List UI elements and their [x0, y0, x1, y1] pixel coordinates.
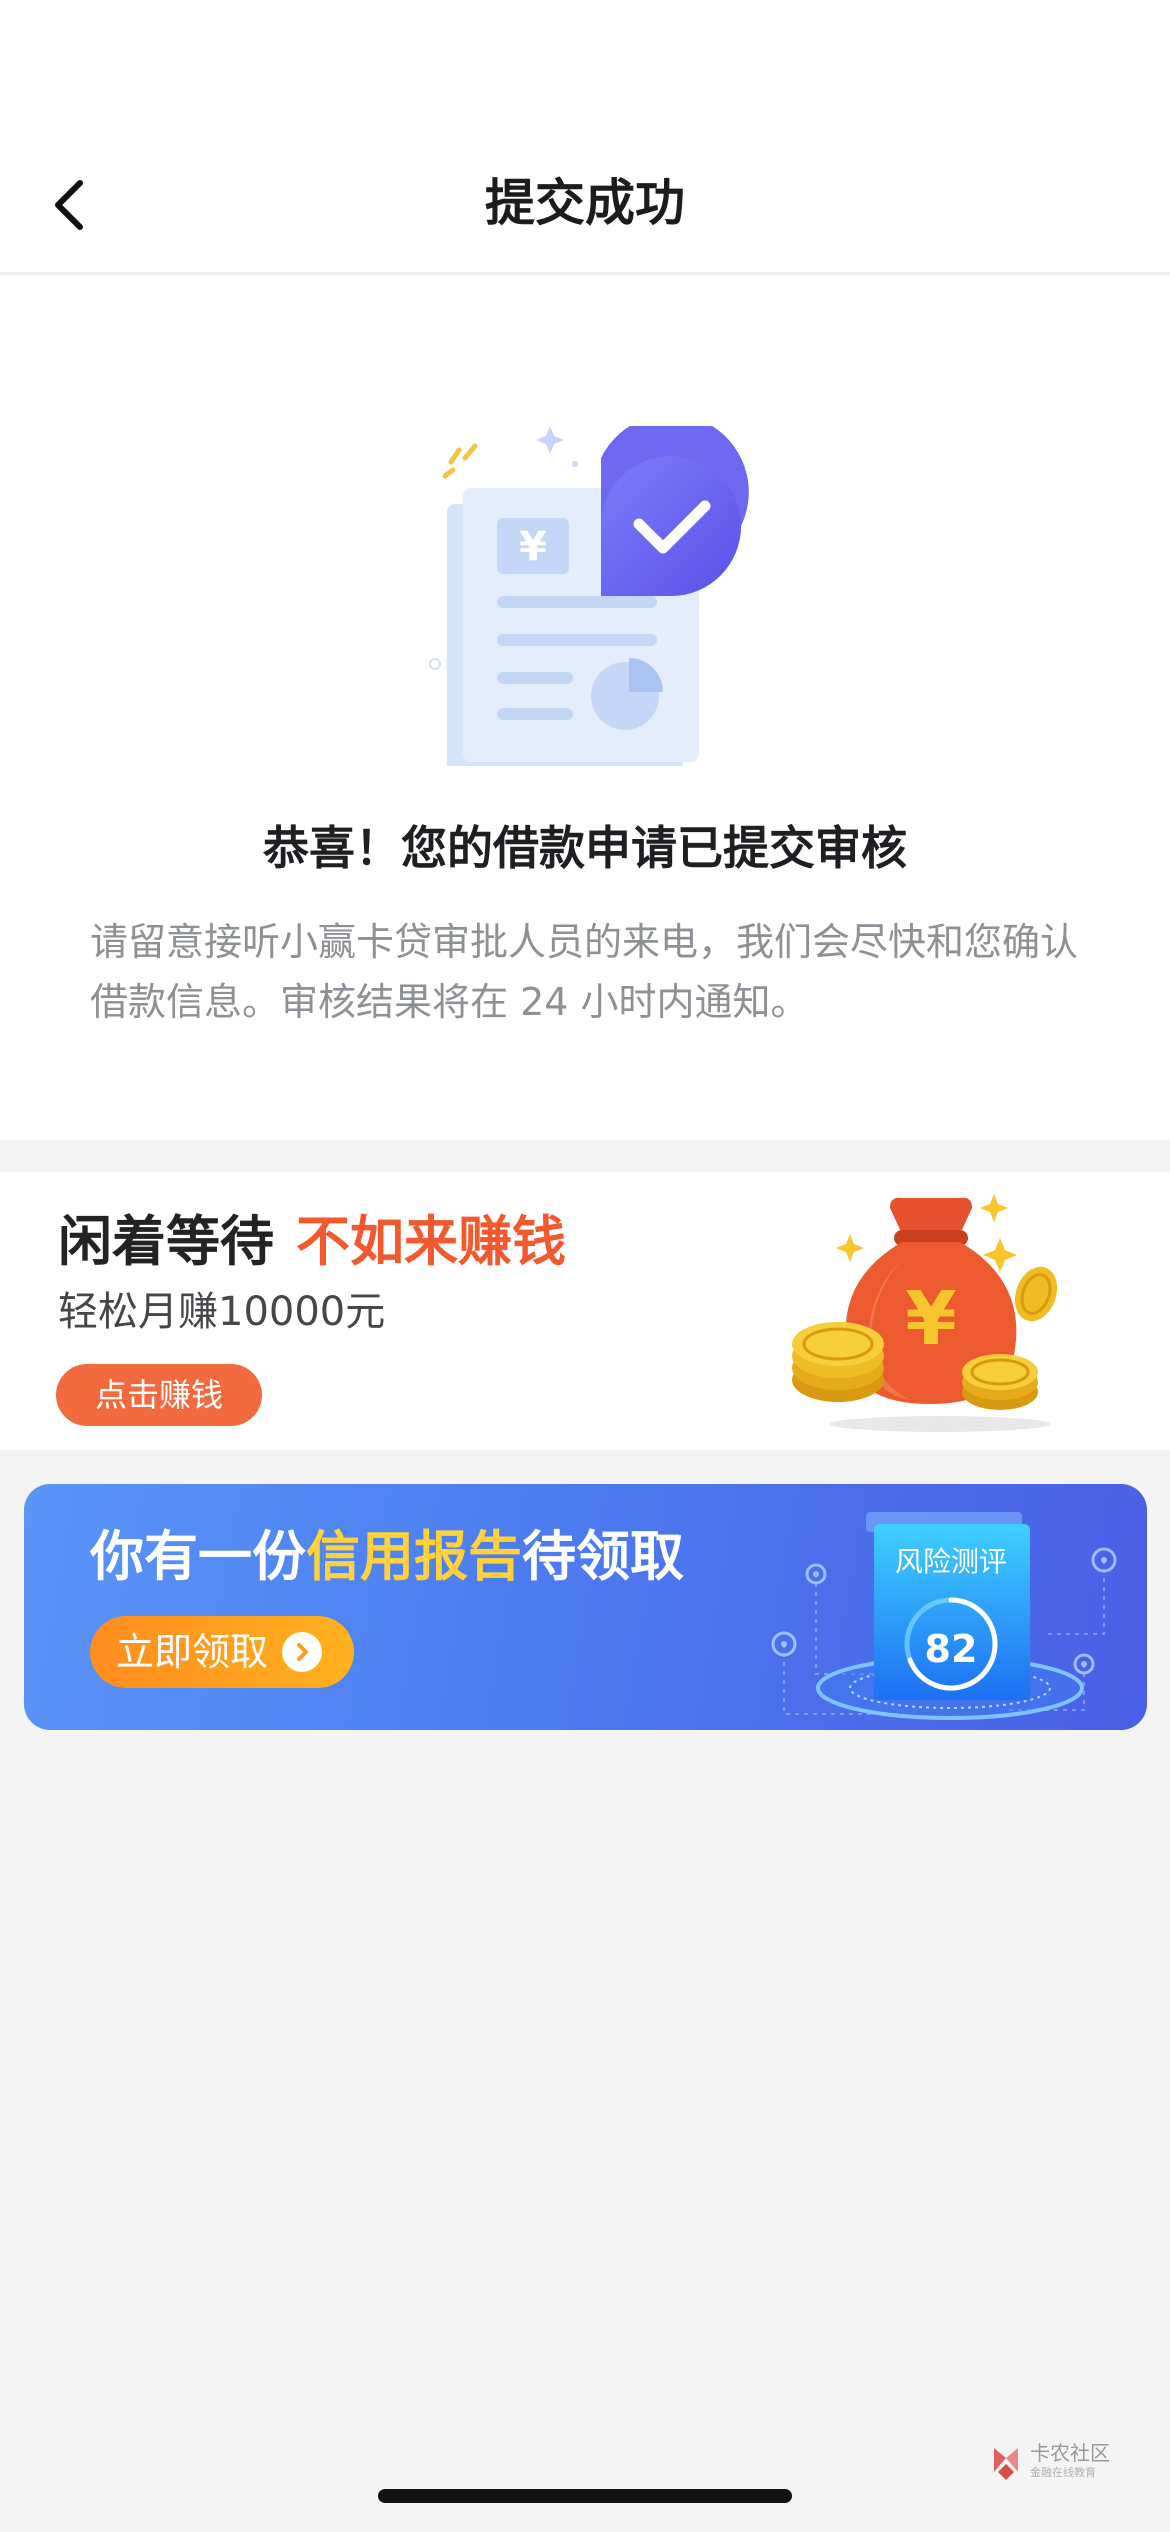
watermark-name: 卡农社区: [1030, 2441, 1110, 2465]
page-title: 提交成功: [485, 174, 685, 232]
svg-text:¥: ¥: [519, 524, 547, 570]
navigation-bar: 提交成功: [0, 0, 1170, 274]
risk-assessment-label: 风险测评: [894, 1545, 1007, 1578]
earn-money-card[interactable]: 闲着等待 不如来赚钱 轻松月赚10000元 点击赚钱 ¥: [0, 1172, 1170, 1450]
success-section: ¥ 恭喜！您的借款申请已提交审核 请留意接听小赢卡贷审批人员的来电，我们会尽快和…: [0, 276, 1170, 1140]
earn-title: 闲着等待 不如来赚钱: [58, 1206, 566, 1278]
claim-button-label: 立即领取: [116, 1630, 269, 1674]
report-title-prefix: 你有一份: [90, 1525, 306, 1588]
earn-subtitle: 轻松月赚10000元: [58, 1289, 386, 1335]
watermark: 卡农社区 金融在线教育: [988, 2440, 1158, 2486]
chevron-right-icon: [282, 1632, 323, 1672]
money-bag-icon: ¥: [790, 1174, 1090, 1436]
report-title: 你有一份信用报告待领取: [90, 1522, 684, 1592]
watermark-subtitle: 金融在线教育: [1030, 2466, 1096, 2479]
success-title: 恭喜！您的借款申请已提交审核: [263, 821, 907, 875]
report-title-suffix: 待领取: [522, 1525, 684, 1588]
svg-text:¥: ¥: [905, 1276, 957, 1362]
credit-report-banner[interactable]: 你有一份信用报告待领取 立即领取 风险测评 82: [24, 1484, 1147, 1730]
success-description: 请留意接听小赢卡贷审批人员的来电，我们会尽快和您确认借款信息。审核结果将在 24…: [90, 920, 1079, 1024]
watermark-logo-icon: [994, 2448, 1018, 2480]
earn-title-part2: 不如来赚钱: [296, 1210, 566, 1273]
earn-money-button[interactable]: 点击赚钱: [56, 1364, 262, 1426]
risk-score: 82: [924, 1627, 978, 1671]
earn-title-part1: 闲着等待: [58, 1210, 274, 1273]
claim-report-button[interactable]: 立即领取: [90, 1616, 354, 1688]
home-indicator[interactable]: [378, 2489, 792, 2503]
report-title-highlight: 信用报告: [306, 1525, 522, 1588]
document-check-icon: ¥: [415, 414, 755, 774]
